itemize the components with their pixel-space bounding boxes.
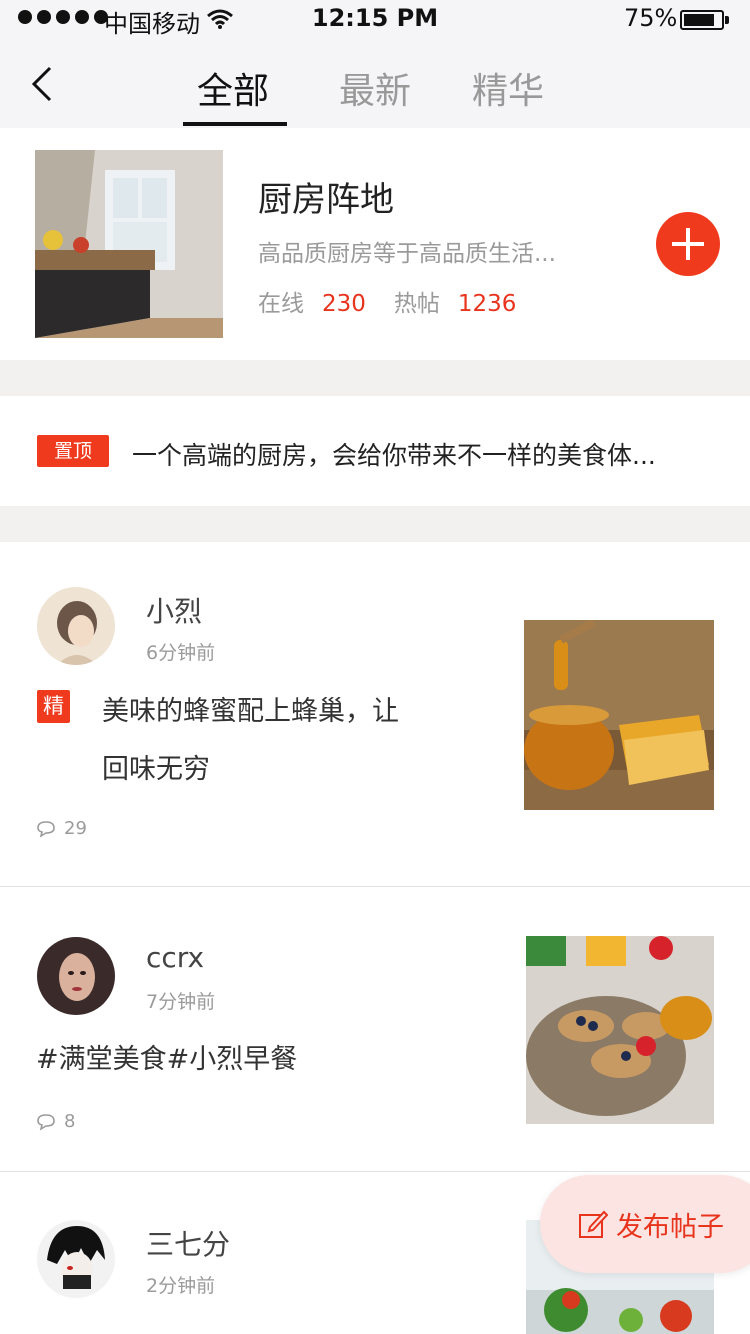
- community-stats: 在线 230 热帖 1236: [258, 284, 544, 318]
- tab-all[interactable]: 全部: [163, 62, 303, 114]
- comment-icon: [37, 1114, 55, 1131]
- post-image-honey[interactable]: [524, 620, 714, 810]
- battery-icon: [680, 10, 724, 30]
- comment-number: 8: [64, 1111, 76, 1132]
- avatar[interactable]: [37, 937, 115, 1015]
- post-author[interactable]: ccrx: [146, 941, 204, 974]
- post-text-line[interactable]: 美味的蜂蜜配上蜂巢，让: [102, 683, 399, 741]
- community-title: 厨房阵地: [258, 180, 394, 220]
- comment-number: 29: [64, 818, 87, 839]
- featured-badge: 精: [37, 690, 70, 723]
- tab-featured[interactable]: 精华: [438, 62, 578, 114]
- back-icon: [31, 66, 52, 102]
- post-time: 6分钟前: [146, 642, 216, 664]
- status-bar: 中国移动 12:15 PM 75%: [0, 0, 750, 40]
- battery-percent: 75%: [624, 4, 678, 32]
- avatar[interactable]: [37, 1220, 115, 1298]
- post-time: 7分钟前: [146, 991, 216, 1013]
- pinned-badge: 置顶: [37, 435, 109, 467]
- comment-icon: [37, 821, 55, 838]
- edit-icon: [579, 1210, 608, 1238]
- battery-cap: [725, 16, 729, 24]
- join-button[interactable]: [656, 212, 720, 276]
- tab-underline: [183, 122, 287, 126]
- comment-count[interactable]: 29: [36, 818, 87, 839]
- post-time: 2分钟前: [146, 1275, 216, 1297]
- post-divider: [0, 1171, 750, 1172]
- online-count: 230: [322, 291, 366, 317]
- avatar[interactable]: [37, 587, 115, 665]
- online-label: 在线: [258, 291, 304, 317]
- community-description: 高品质厨房等于高品质生活...: [258, 241, 556, 267]
- post-divider: [0, 886, 750, 887]
- post-image-breakfast[interactable]: [526, 936, 714, 1124]
- publish-post-button[interactable]: 发布帖子: [540, 1175, 750, 1273]
- hot-count: 1236: [457, 291, 517, 317]
- post-text-line[interactable]: 回味无穷: [102, 741, 210, 799]
- post-author[interactable]: 小烈: [146, 590, 202, 630]
- hot-label: 热帖: [393, 291, 440, 317]
- tab-latest[interactable]: 最新: [305, 62, 445, 114]
- pinned-post-link[interactable]: 一个高端的厨房，会给你带来不一样的美食体...: [132, 436, 656, 472]
- section-divider: [0, 360, 750, 396]
- section-divider: [0, 506, 750, 542]
- comment-count[interactable]: 8: [36, 1111, 75, 1132]
- back-button[interactable]: [28, 64, 68, 104]
- publish-label: 发布帖子: [616, 1212, 724, 1243]
- post-author[interactable]: 三七分: [146, 1223, 230, 1263]
- community-image: [35, 150, 223, 338]
- post-text[interactable]: #满堂美食#小烈早餐: [36, 1031, 297, 1089]
